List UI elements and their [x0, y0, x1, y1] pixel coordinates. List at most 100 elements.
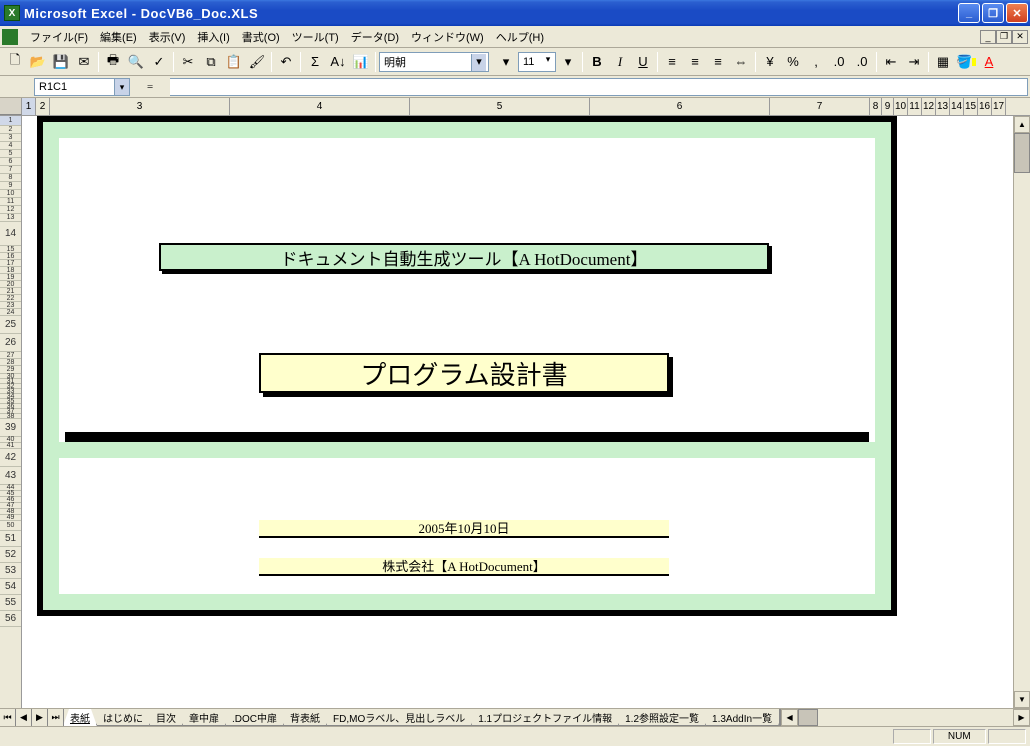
scroll-right-arrow[interactable]: ▶ [1013, 709, 1030, 726]
tab-nav-first[interactable]: ⏮ [0, 709, 16, 726]
save-icon[interactable]: 💾 [50, 51, 72, 73]
col-header-3[interactable]: 3 [50, 98, 230, 115]
col-header-4[interactable]: 4 [230, 98, 410, 115]
col-header-12[interactable]: 12 [922, 98, 936, 115]
row-header-16[interactable]: 16 [0, 253, 21, 260]
col-header-6[interactable]: 6 [590, 98, 770, 115]
decrease-decimal-icon[interactable]: .0 [851, 51, 873, 73]
format-painter-icon[interactable]: 🖌 [246, 51, 268, 73]
undo-icon[interactable]: ↶ [275, 51, 297, 73]
row-header-51[interactable]: 51 [0, 531, 21, 547]
merge-center-icon[interactable]: ⇔ [730, 51, 752, 73]
window-close-button[interactable]: ✕ [1006, 3, 1028, 23]
paste-icon[interactable]: 📋 [223, 51, 245, 73]
row-header-9[interactable]: 9 [0, 182, 21, 190]
sheet-tab[interactable]: FD,MOラベル、見出しラベル [326, 709, 472, 726]
row-header-2[interactable]: 2 [0, 126, 21, 134]
col-header-5[interactable]: 5 [410, 98, 590, 115]
row-header-39[interactable]: 39 [0, 419, 21, 437]
menu-view[interactable]: 表示(V) [143, 27, 192, 47]
sheet-tab[interactable]: 1.2参照設定一覧 [618, 709, 706, 726]
select-all-corner[interactable] [0, 98, 22, 115]
row-header-3[interactable]: 3 [0, 134, 21, 142]
col-header-11[interactable]: 11 [908, 98, 922, 115]
new-file-icon[interactable]: 🗋 [4, 51, 26, 73]
bold-button[interactable]: B [586, 51, 608, 73]
vscroll-thumb[interactable] [1014, 133, 1030, 173]
sheet-tab[interactable]: 1.1プロジェクトファイル情報 [471, 709, 619, 726]
align-right-icon[interactable]: ≡ [707, 51, 729, 73]
row-header-21[interactable]: 21 [0, 288, 21, 295]
menu-file[interactable]: ファイル(F) [24, 27, 94, 47]
open-file-icon[interactable]: 📂 [27, 51, 49, 73]
row-header-11[interactable]: 11 [0, 198, 21, 206]
align-left-icon[interactable]: ≡ [661, 51, 683, 73]
row-header-4[interactable]: 4 [0, 142, 21, 150]
font-size-dropdown-arrow[interactable]: ▾ [495, 51, 517, 73]
underline-button[interactable]: U [632, 51, 654, 73]
menu-window[interactable]: ウィンドウ(W) [405, 27, 490, 47]
increase-indent-icon[interactable]: ⇥ [903, 51, 925, 73]
col-header-8[interactable]: 8 [870, 98, 882, 115]
col-header-13[interactable]: 13 [936, 98, 950, 115]
col-header-16[interactable]: 16 [978, 98, 992, 115]
col-header-2[interactable]: 2 [36, 98, 50, 115]
font-size-dropdown2[interactable]: ▾ [557, 51, 579, 73]
scroll-left-arrow[interactable]: ◀ [781, 709, 798, 726]
scroll-up-arrow[interactable]: ▲ [1014, 116, 1030, 133]
row-header-56[interactable]: 56 [0, 611, 21, 627]
row-header-6[interactable]: 6 [0, 158, 21, 166]
col-header-9[interactable]: 9 [882, 98, 894, 115]
cells-viewport[interactable]: ドキュメント自動生成ツール【A HotDocument】 プログラム設計書 20… [22, 116, 1013, 708]
print-preview-icon[interactable]: 🔍 [125, 51, 147, 73]
window-minimize-button[interactable]: _ [958, 3, 980, 23]
menu-insert[interactable]: 挿入(I) [191, 27, 235, 47]
row-header-27[interactable]: 27 [0, 352, 21, 359]
autosum-icon[interactable]: Σ [304, 51, 326, 73]
row-header-55[interactable]: 55 [0, 595, 21, 611]
row-header-28[interactable]: 28 [0, 359, 21, 366]
sheet-tab[interactable]: はじめに [96, 709, 150, 726]
sheet-tab[interactable]: 1.3AddIn一覧 [705, 709, 779, 726]
font-color-icon[interactable]: A [978, 51, 1000, 73]
row-header-52[interactable]: 52 [0, 547, 21, 563]
currency-icon[interactable]: ¥ [759, 51, 781, 73]
decrease-indent-icon[interactable]: ⇤ [880, 51, 902, 73]
row-header-23[interactable]: 23 [0, 302, 21, 309]
font-size-select[interactable]: 11 [518, 52, 556, 72]
tab-nav-next[interactable]: ▶ [32, 709, 48, 726]
formula-input[interactable] [170, 78, 1028, 96]
sheet-tab[interactable]: 目次 [149, 709, 183, 726]
row-header-24[interactable]: 24 [0, 309, 21, 316]
mdi-restore-button[interactable]: ❐ [996, 30, 1012, 44]
row-header-12[interactable]: 12 [0, 206, 21, 214]
row-header-18[interactable]: 18 [0, 267, 21, 274]
col-header-14[interactable]: 14 [950, 98, 964, 115]
menu-format[interactable]: 書式(O) [236, 27, 286, 47]
percent-icon[interactable]: % [782, 51, 804, 73]
menu-tools[interactable]: ツール(T) [286, 27, 345, 47]
scroll-down-arrow[interactable]: ▼ [1014, 691, 1030, 708]
font-name-select[interactable]: 明朝 [379, 52, 489, 72]
sheet-tab-active[interactable]: 表紙 [64, 709, 97, 726]
spellcheck-icon[interactable]: ✓ [148, 51, 170, 73]
row-header-17[interactable]: 17 [0, 260, 21, 267]
comma-icon[interactable]: , [805, 51, 827, 73]
menu-edit[interactable]: 編集(E) [94, 27, 143, 47]
sheet-tab[interactable]: 背表紙 [283, 709, 327, 726]
row-header-26[interactable]: 26 [0, 334, 21, 352]
hscroll-track[interactable] [798, 709, 1013, 726]
name-box[interactable]: R1C1 [34, 78, 130, 96]
tab-nav-last[interactable]: ⏭ [48, 709, 64, 726]
col-header-7[interactable]: 7 [770, 98, 870, 115]
horizontal-scrollbar[interactable]: ◀ ▶ [779, 709, 1030, 726]
row-header-43[interactable]: 43 [0, 467, 21, 485]
col-header-1[interactable]: 1 [22, 98, 36, 115]
italic-button[interactable]: I [609, 51, 631, 73]
row-header-15[interactable]: 15 [0, 246, 21, 253]
col-header-17[interactable]: 17 [992, 98, 1006, 115]
row-header-1[interactable]: 1 [0, 116, 21, 126]
row-header-5[interactable]: 5 [0, 150, 21, 158]
vertical-scrollbar[interactable]: ▲ ▼ [1013, 116, 1030, 708]
row-header-50[interactable]: 50 [0, 521, 21, 531]
